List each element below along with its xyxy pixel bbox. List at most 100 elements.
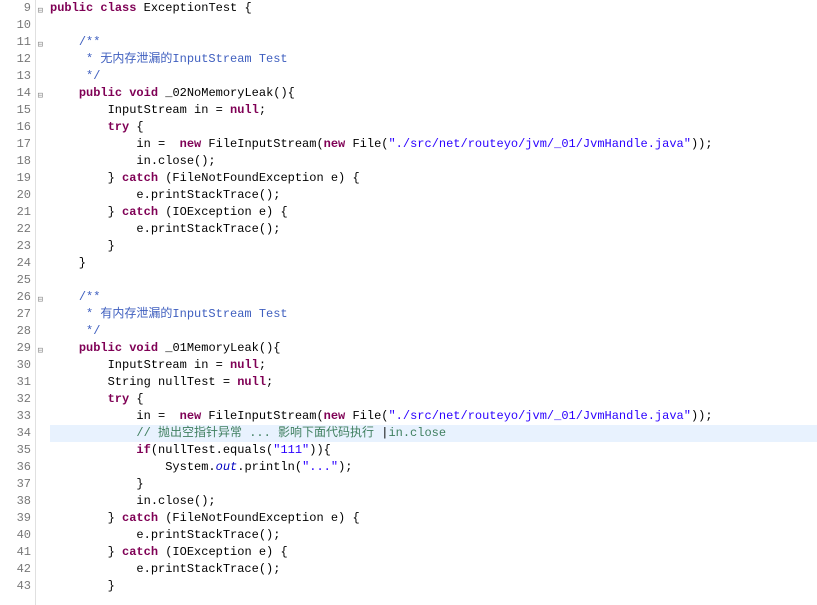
code-line[interactable]: } catch (FileNotFoundException e) { xyxy=(50,170,817,187)
token-kw: void xyxy=(129,341,158,355)
fold-minus-icon[interactable]: ⊟ xyxy=(33,343,43,353)
code-line[interactable]: */ xyxy=(50,68,817,85)
token-normal: (nullTest.equals( xyxy=(151,443,273,457)
token-normal xyxy=(50,341,79,355)
token-normal: e.printStackTrace(); xyxy=(50,222,280,236)
code-line[interactable]: } catch (FileNotFoundException e) { xyxy=(50,510,817,527)
line-number: 16 xyxy=(0,119,35,136)
line-number: 25 xyxy=(0,272,35,289)
line-number: 28 xyxy=(0,323,35,340)
code-line[interactable]: in = new FileInputStream(new File("./src… xyxy=(50,408,817,425)
token-normal xyxy=(50,35,79,49)
token-normal xyxy=(50,443,136,457)
token-normal: in.close(); xyxy=(50,154,216,168)
code-line[interactable]: // 抛出空指针异常 ... 影响下面代码执行 |in.close xyxy=(50,425,817,442)
line-number: 38 xyxy=(0,493,35,510)
code-line[interactable]: } xyxy=(50,578,817,595)
token-normal: } xyxy=(50,256,86,270)
code-line[interactable]: } catch (IOException e) { xyxy=(50,204,817,221)
token-str: "111" xyxy=(273,443,309,457)
line-number: 39 xyxy=(0,510,35,527)
token-normal: ); xyxy=(338,460,352,474)
line-number: 36 xyxy=(0,459,35,476)
token-normal: (FileNotFoundException e) { xyxy=(158,171,360,185)
code-area[interactable]: public class ExceptionTest { /** * 无内存泄漏… xyxy=(36,0,817,605)
code-line[interactable]: System.out.println("..."); xyxy=(50,459,817,476)
code-line[interactable]: if(nullTest.equals("111")){ xyxy=(50,442,817,459)
code-editor[interactable]: 9⊟1011⊟121314⊟151617181920212223242526⊟2… xyxy=(0,0,817,605)
line-number: 9⊟ xyxy=(0,0,35,17)
code-line[interactable]: } xyxy=(50,238,817,255)
token-normal xyxy=(50,120,108,134)
token-kw: catch xyxy=(122,171,158,185)
code-line[interactable]: public void _02NoMemoryLeak(){ xyxy=(50,85,817,102)
token-kw: catch xyxy=(122,205,158,219)
line-number: 17 xyxy=(0,136,35,153)
code-line[interactable]: /** xyxy=(50,289,817,306)
line-number: 18 xyxy=(0,153,35,170)
token-normal: e.printStackTrace(); xyxy=(50,528,280,542)
code-line[interactable]: */ xyxy=(50,323,817,340)
line-number: 33 xyxy=(0,408,35,425)
code-line[interactable] xyxy=(50,17,817,34)
line-number: 10 xyxy=(0,17,35,34)
code-line[interactable]: InputStream in = null; xyxy=(50,102,817,119)
token-normal: File( xyxy=(345,409,388,423)
fold-minus-icon[interactable]: ⊟ xyxy=(33,37,43,47)
token-normal xyxy=(50,69,79,83)
code-line[interactable]: try { xyxy=(50,391,817,408)
token-normal xyxy=(50,426,136,440)
code-line[interactable]: e.printStackTrace(); xyxy=(50,187,817,204)
token-normal: System. xyxy=(50,460,216,474)
token-normal: ; xyxy=(266,375,273,389)
fold-minus-icon[interactable]: ⊟ xyxy=(33,3,43,13)
token-normal: } xyxy=(50,477,144,491)
token-normal: .println( xyxy=(237,460,302,474)
code-line[interactable]: * 有内存泄漏的InputStream Test xyxy=(50,306,817,323)
code-line[interactable] xyxy=(50,272,817,289)
code-line[interactable]: /** xyxy=(50,34,817,51)
line-number: 12 xyxy=(0,51,35,68)
token-normal: { xyxy=(129,392,143,406)
code-line[interactable]: } catch (IOException e) { xyxy=(50,544,817,561)
code-line[interactable]: in.close(); xyxy=(50,493,817,510)
token-normal: InputStream in = xyxy=(50,358,230,372)
token-normal: } xyxy=(50,205,122,219)
code-line[interactable]: InputStream in = null; xyxy=(50,357,817,374)
code-line[interactable]: e.printStackTrace(); xyxy=(50,527,817,544)
token-jdoc: /** xyxy=(79,290,101,304)
token-normal: )); xyxy=(691,409,713,423)
fold-minus-icon[interactable]: ⊟ xyxy=(33,292,43,302)
line-number: 22 xyxy=(0,221,35,238)
code-line[interactable]: } xyxy=(50,476,817,493)
token-normal: in = xyxy=(50,409,180,423)
line-number: 21 xyxy=(0,204,35,221)
token-normal: (IOException e) { xyxy=(158,545,288,559)
token-normal: (IOException e) { xyxy=(158,205,288,219)
token-normal: FileInputStream( xyxy=(201,137,323,151)
code-line[interactable]: try { xyxy=(50,119,817,136)
code-line[interactable]: * 无内存泄漏的InputStream Test xyxy=(50,51,817,68)
code-line[interactable]: String nullTest = null; xyxy=(50,374,817,391)
code-line[interactable]: public void _01MemoryLeak(){ xyxy=(50,340,817,357)
token-normal: } xyxy=(50,579,115,593)
token-normal: ; xyxy=(259,358,266,372)
token-jdoc: /** xyxy=(79,35,101,49)
token-normal: e.printStackTrace(); xyxy=(50,188,280,202)
code-line[interactable]: in.close(); xyxy=(50,153,817,170)
token-kw: class xyxy=(100,1,136,15)
token-normal: in.close(); xyxy=(50,494,216,508)
token-normal xyxy=(50,324,79,338)
token-normal: ExceptionTest { xyxy=(136,1,251,15)
token-normal: String nullTest = xyxy=(50,375,237,389)
fold-minus-icon[interactable]: ⊟ xyxy=(33,88,43,98)
line-number: 30 xyxy=(0,357,35,374)
token-kw: new xyxy=(324,137,346,151)
code-line[interactable]: } xyxy=(50,255,817,272)
code-line[interactable]: public class ExceptionTest { xyxy=(50,0,817,17)
code-line[interactable]: e.printStackTrace(); xyxy=(50,561,817,578)
token-kw: void xyxy=(129,86,158,100)
code-line[interactable]: e.printStackTrace(); xyxy=(50,221,817,238)
code-line[interactable]: in = new FileInputStream(new File("./src… xyxy=(50,136,817,153)
token-normal: (FileNotFoundException e) { xyxy=(158,511,360,525)
